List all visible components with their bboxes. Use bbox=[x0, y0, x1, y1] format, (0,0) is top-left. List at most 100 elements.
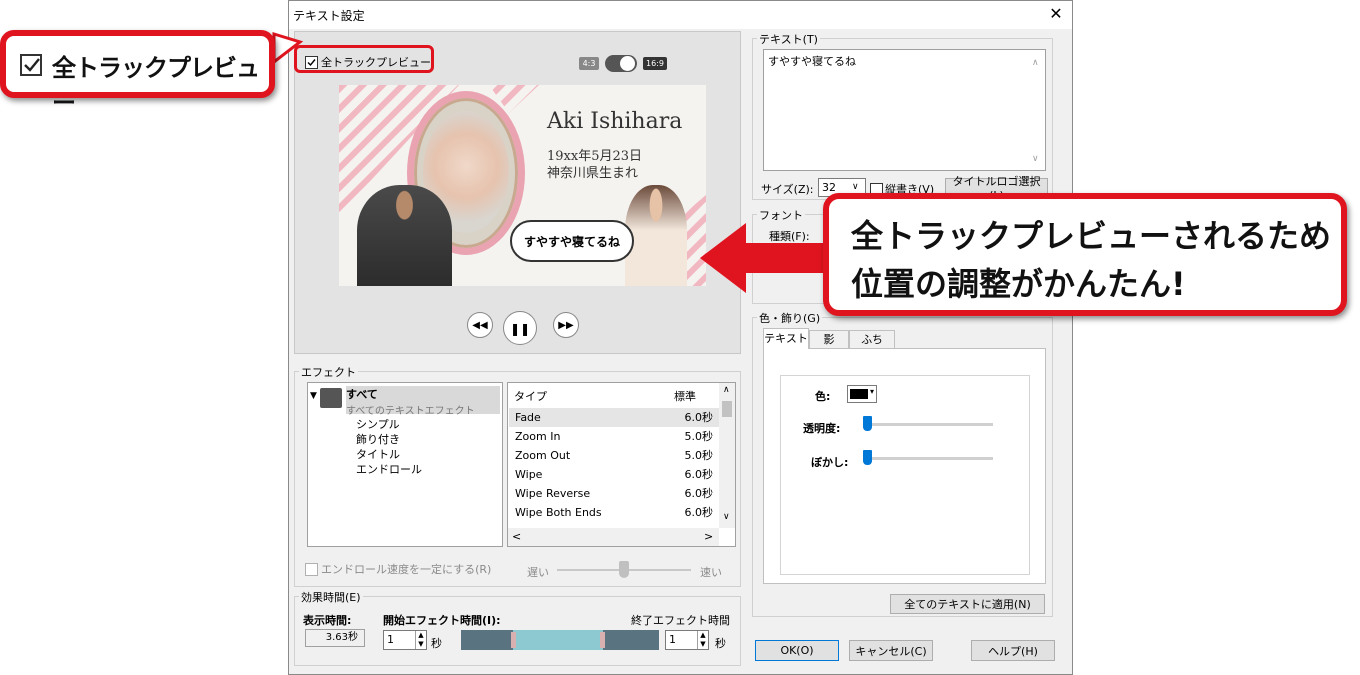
slider-track bbox=[863, 457, 993, 460]
tab-panel: 色: ▾ 透明度: ぼかし: bbox=[763, 348, 1046, 584]
speed-slow-label: 遅い bbox=[527, 566, 549, 579]
tree-item-simple[interactable]: シンプル bbox=[356, 416, 400, 432]
list-horizontal-scrollbar[interactable]: < > bbox=[508, 528, 719, 546]
spinner-icon[interactable]: ▲ ▼ bbox=[697, 631, 708, 649]
apply-all-text-button[interactable]: 全てのテキストに適用(N) bbox=[890, 594, 1045, 614]
aspect-169-badge: 16:9 bbox=[643, 57, 667, 70]
endroll-constant-speed-checkbox[interactable]: エンドロール速度を一定にする(R) bbox=[305, 561, 491, 577]
opacity-slider[interactable] bbox=[863, 416, 993, 438]
effects-group-label: エフェクト bbox=[299, 364, 358, 380]
list-item[interactable]: Wipe 6.0秒 bbox=[509, 465, 719, 484]
tab-panel-inner: 色: ▾ 透明度: ぼかし: bbox=[780, 375, 1030, 575]
explanation-callout: 全トラックプレビューされるため 位置の調整がかんたん! bbox=[823, 193, 1347, 316]
font-group-label: フォント bbox=[757, 207, 805, 223]
speech-bubble: すやすや寝てるね bbox=[510, 220, 634, 262]
text-group: テキスト(T) すやすや寝てるね ∧ ∨ サイズ(Z): 32 ∨ 縦書き(V)… bbox=[752, 31, 1053, 202]
pause-button[interactable]: ❚❚ bbox=[503, 311, 537, 345]
end-effect-time-input[interactable]: 1 ▲ ▼ bbox=[665, 630, 709, 650]
list-item[interactable]: Wipe Reverse 6.0秒 bbox=[509, 484, 719, 503]
scroll-right-icon[interactable]: > bbox=[704, 530, 713, 543]
scroll-down-icon[interactable]: ∨ bbox=[723, 512, 730, 522]
aspect-toggle-switch[interactable] bbox=[605, 55, 637, 72]
text-effect-icon bbox=[320, 388, 342, 408]
timeline-start-handle[interactable] bbox=[511, 632, 516, 648]
forward-button[interactable]: ▶▶ bbox=[553, 312, 579, 338]
tab-strip: テキスト 影 ふち bbox=[763, 328, 1046, 349]
preview-name-text: Aki Ishihara bbox=[547, 109, 683, 134]
ok-button[interactable]: OK(O) bbox=[755, 640, 839, 661]
person-right-photo bbox=[625, 185, 687, 286]
help-button[interactable]: ヘルプ(H) bbox=[971, 640, 1055, 661]
effect-type-list: タイプ 標準 Fade 6.0秒 Zoom In 5.0秒 Zoom Out 5.0秒… bbox=[507, 382, 736, 547]
speech-bubble-text: すやすや寝てるね bbox=[523, 234, 620, 249]
person-left-photo bbox=[357, 185, 452, 286]
timing-group: 効果時間(E) 表示時間: 3.63秒 開始エフェクト時間(I): 1 ▲ ▼ 秒… bbox=[294, 589, 741, 666]
tab-outline[interactable]: ふち bbox=[849, 330, 895, 348]
color-dropdown-icon: ▾ bbox=[870, 387, 875, 396]
tree-item-all-sub: すべてのテキストエフェクト bbox=[346, 406, 475, 417]
list-header-type[interactable]: タイプ bbox=[514, 388, 547, 404]
blur-label: ぼかし: bbox=[811, 456, 849, 469]
list-header-standard[interactable]: 標準 bbox=[674, 388, 696, 404]
preview-place-text: 神奈川県生まれ bbox=[547, 166, 639, 181]
timeline-end-handle[interactable] bbox=[600, 632, 605, 648]
aspect-43-badge: 4:3 bbox=[579, 57, 599, 70]
list-rows: Fade 6.0秒 Zoom In 5.0秒 Zoom Out 5.0秒 Wipe 6.… bbox=[509, 408, 719, 522]
list-item[interactable]: Wipe Both Ends 6.0秒 bbox=[509, 503, 719, 522]
text-group-label: テキスト(T) bbox=[757, 31, 820, 47]
rewind-button[interactable]: ◀◀ bbox=[467, 312, 493, 338]
callout-line-2: 位置の調整がかんたん! bbox=[851, 265, 1186, 303]
blur-slider[interactable] bbox=[863, 450, 993, 472]
list-item[interactable]: Zoom Out 5.0秒 bbox=[509, 446, 719, 465]
checkbox-highlight-box bbox=[294, 45, 434, 73]
tree-expand-icon[interactable]: ▼ bbox=[310, 391, 317, 401]
effect-category-tree[interactable]: ▼ すべて すべてのテキストエフェクト シンプル 飾り付き タイトル エンドロー… bbox=[307, 382, 503, 547]
toggle-knob bbox=[620, 56, 635, 71]
scroll-up-icon[interactable]: ∧ bbox=[723, 385, 730, 395]
tab-text[interactable]: テキスト bbox=[763, 328, 809, 349]
close-button[interactable]: ✕ bbox=[1045, 3, 1067, 25]
color-swatch bbox=[850, 389, 868, 399]
rewind-icon: ◀◀ bbox=[472, 320, 488, 331]
title-bar: テキスト設定 ✕ bbox=[289, 1, 1072, 29]
tab-shadow[interactable]: 影 bbox=[809, 330, 849, 348]
slider-thumb[interactable] bbox=[863, 450, 872, 465]
tree-item-all-selected[interactable]: すべて すべてのテキストエフェクト bbox=[346, 386, 500, 417]
tree-item-decorated[interactable]: 飾り付き bbox=[356, 431, 400, 447]
display-time-value: 3.63秒 bbox=[305, 629, 365, 647]
list-vertical-scrollbar[interactable]: ∧ ∨ bbox=[719, 383, 735, 528]
display-time-label: 表示時間: bbox=[303, 614, 352, 627]
scroll-thumb[interactable] bbox=[722, 401, 732, 417]
text-input-area[interactable]: すやすや寝てるね ∧ ∨ bbox=[763, 49, 1046, 171]
cancel-button[interactable]: キャンセル(C) bbox=[849, 640, 933, 661]
tree-item-title[interactable]: タイトル bbox=[356, 446, 400, 462]
slider-thumb[interactable] bbox=[619, 561, 629, 578]
callout-line-1: 全トラックプレビューされるため bbox=[851, 217, 1332, 255]
textarea-scroll-up-icon[interactable]: ∧ bbox=[1032, 58, 1039, 68]
effects-group: エフェクト ▼ すべて すべてのテキストエフェクト シンプル 飾り付き タイトル… bbox=[294, 364, 741, 587]
slider-track bbox=[863, 423, 993, 426]
endroll-constant-speed-label: エンドロール速度を一定にする(R) bbox=[321, 563, 492, 576]
slider-thumb[interactable] bbox=[863, 416, 872, 431]
spinner-icon[interactable]: ▲ ▼ bbox=[415, 631, 426, 649]
color-picker[interactable]: ▾ bbox=[847, 385, 877, 403]
color-decoration-group: 色・飾り(G) テキスト 影 ふち 色: ▾ 透明度: ぼかし: 全てのテキスト… bbox=[752, 310, 1053, 617]
tree-item-endroll[interactable]: エンドロール bbox=[356, 461, 422, 477]
timeline-active-range bbox=[513, 630, 603, 650]
text-settings-dialog: テキスト設定 ✕ 全トラックプレビュー 4:3 16:9 Aki Ishihar… bbox=[288, 0, 1073, 675]
effect-timeline-bar[interactable] bbox=[461, 630, 659, 650]
timing-group-label: 効果時間(E) bbox=[299, 589, 363, 605]
arrow-icon bbox=[700, 223, 828, 293]
list-item[interactable]: Zoom In 5.0秒 bbox=[509, 427, 719, 446]
forward-icon: ▶▶ bbox=[558, 320, 574, 331]
zoomed-checkbox-label: 全トラックプレビュー bbox=[52, 54, 260, 117]
list-item[interactable]: Fade 6.0秒 bbox=[509, 408, 719, 427]
zoomed-checkbox-callout: 全トラックプレビュー bbox=[0, 30, 275, 117]
scroll-left-icon[interactable]: < bbox=[512, 530, 521, 543]
speed-fast-label: 速い bbox=[700, 566, 722, 579]
start-effect-time-input[interactable]: 1 ▲ ▼ bbox=[383, 630, 427, 650]
speed-slider[interactable] bbox=[557, 561, 691, 579]
color-label: 色: bbox=[815, 390, 831, 403]
textarea-scroll-down-icon[interactable]: ∨ bbox=[1032, 154, 1039, 164]
color-decoration-group-label: 色・飾り(G) bbox=[757, 310, 823, 326]
